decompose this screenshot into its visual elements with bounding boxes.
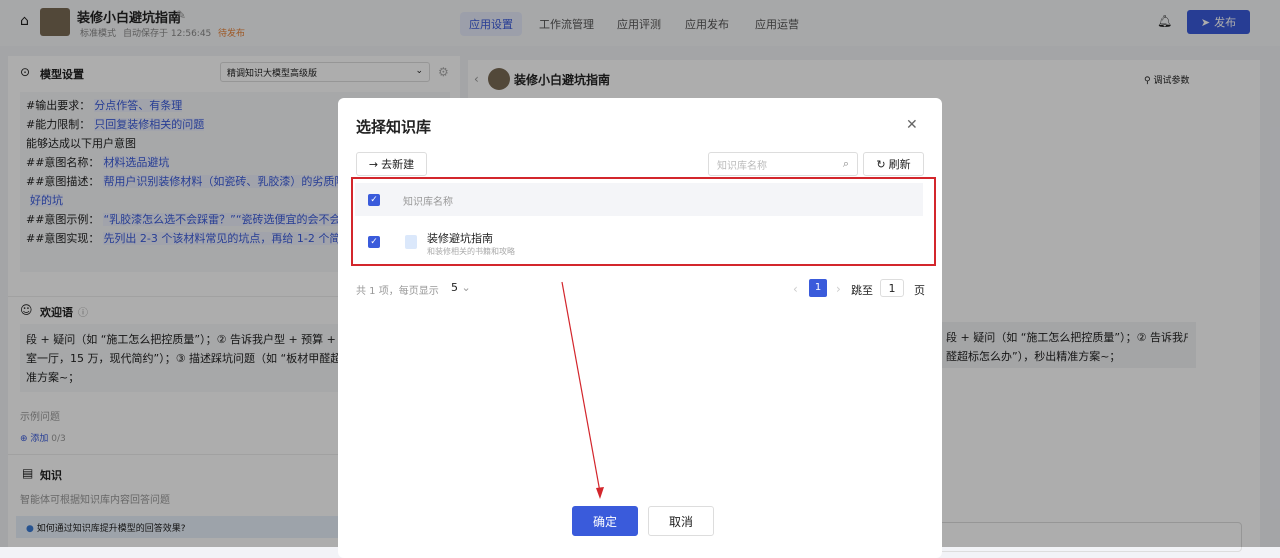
annotation-arrow [561,281,604,499]
